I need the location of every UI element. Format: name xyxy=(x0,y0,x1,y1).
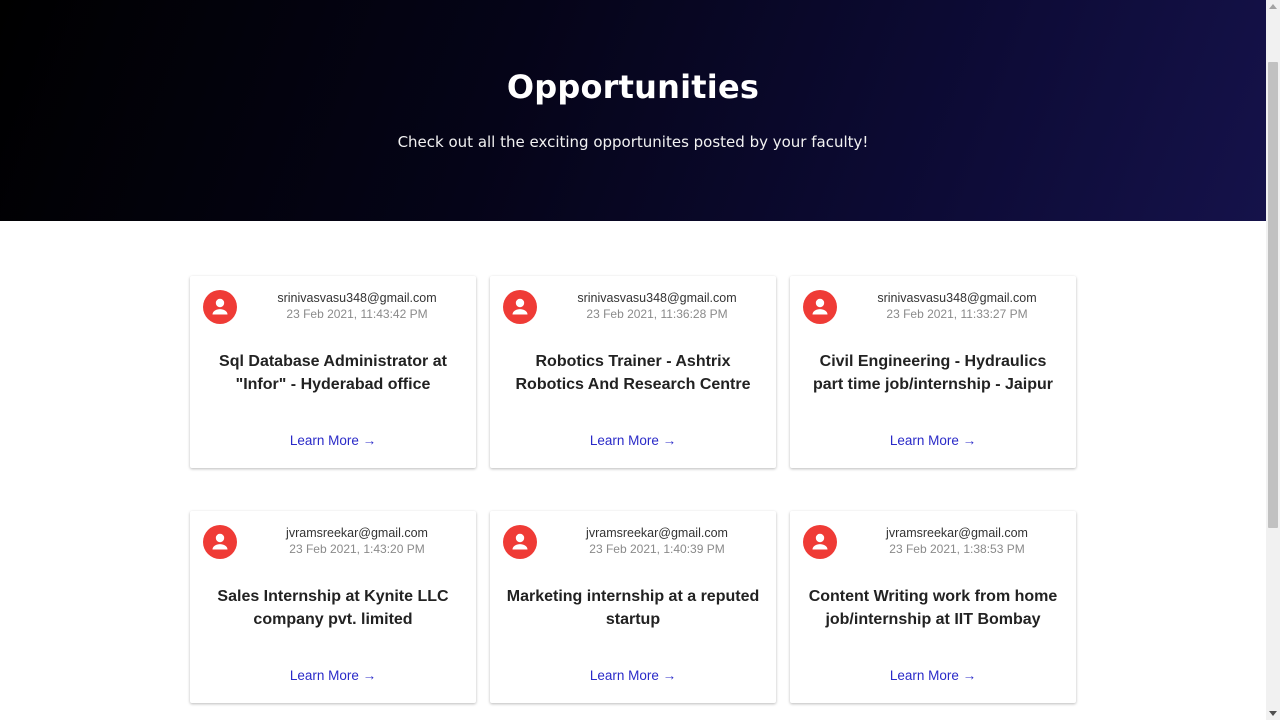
learn-more-link[interactable]: Learn More → xyxy=(490,433,776,448)
hero-banner: Opportunities Check out all the exciting… xyxy=(0,0,1266,221)
opportunity-title: Content Writing work from home job/inter… xyxy=(808,588,1058,628)
learn-more-link[interactable]: Learn More → xyxy=(490,668,776,683)
user-avatar-icon xyxy=(803,290,837,324)
page-subtitle: Check out all the exciting opportunites … xyxy=(397,133,869,151)
opportunity-card: jvramsreekar@gmail.com 23 Feb 2021, 1:43… xyxy=(190,511,476,703)
learn-more-link[interactable]: Learn More → xyxy=(190,433,476,448)
posted-date: 23 Feb 2021, 11:33:27 PM xyxy=(886,307,1028,321)
opportunity-title: Civil Engineering - Hydraulics part time… xyxy=(812,353,1054,393)
poster-email: srinivasvasu348@gmail.com xyxy=(277,291,437,305)
poster-email: jvramsreekar@gmail.com xyxy=(286,526,428,540)
opportunity-title: Sales Internship at Kynite LLC company p… xyxy=(217,588,449,628)
poster-email: srinivasvasu348@gmail.com xyxy=(877,291,1037,305)
user-avatar-icon xyxy=(803,525,837,559)
opportunity-card: jvramsreekar@gmail.com 23 Feb 2021, 1:40… xyxy=(490,511,776,703)
opportunity-card: srinivasvasu348@gmail.com 23 Feb 2021, 1… xyxy=(490,276,776,468)
scroll-down-arrow-icon[interactable] xyxy=(1269,711,1277,716)
opportunity-title: Robotics Trainer - Ashtrix Robotics And … xyxy=(515,353,751,393)
user-avatar-icon xyxy=(503,525,537,559)
user-avatar-icon xyxy=(203,525,237,559)
opportunity-card: jvramsreekar@gmail.com 23 Feb 2021, 1:38… xyxy=(790,511,1076,703)
opportunity-grid: srinivasvasu348@gmail.com 23 Feb 2021, 1… xyxy=(190,276,1076,703)
posted-date: 23 Feb 2021, 1:38:53 PM xyxy=(889,542,1025,556)
opportunity-card: srinivasvasu348@gmail.com 23 Feb 2021, 1… xyxy=(190,276,476,468)
opportunity-title: Sql Database Administrator at "Infor" - … xyxy=(219,353,447,393)
posted-date: 23 Feb 2021, 11:43:42 PM xyxy=(286,307,428,321)
scrollbar-thumb[interactable] xyxy=(1268,62,1278,528)
learn-more-link[interactable]: Learn More → xyxy=(790,433,1076,448)
opportunity-card: srinivasvasu348@gmail.com 23 Feb 2021, 1… xyxy=(790,276,1076,468)
poster-email: jvramsreekar@gmail.com xyxy=(886,526,1028,540)
posted-date: 23 Feb 2021, 11:36:28 PM xyxy=(586,307,728,321)
scroll-up-arrow-icon[interactable] xyxy=(1269,4,1277,9)
user-avatar-icon xyxy=(203,290,237,324)
learn-more-link[interactable]: Learn More → xyxy=(790,668,1076,683)
posted-date: 23 Feb 2021, 1:43:20 PM xyxy=(289,542,425,556)
opportunity-title: Marketing internship at a reputed startu… xyxy=(506,588,760,628)
page-title: Opportunities xyxy=(506,68,760,106)
posted-date: 23 Feb 2021, 1:40:39 PM xyxy=(589,542,725,556)
poster-email: srinivasvasu348@gmail.com xyxy=(577,291,737,305)
vertical-scrollbar[interactable] xyxy=(1266,0,1280,720)
user-avatar-icon xyxy=(503,290,537,324)
learn-more-link[interactable]: Learn More → xyxy=(190,668,476,683)
poster-email: jvramsreekar@gmail.com xyxy=(586,526,728,540)
